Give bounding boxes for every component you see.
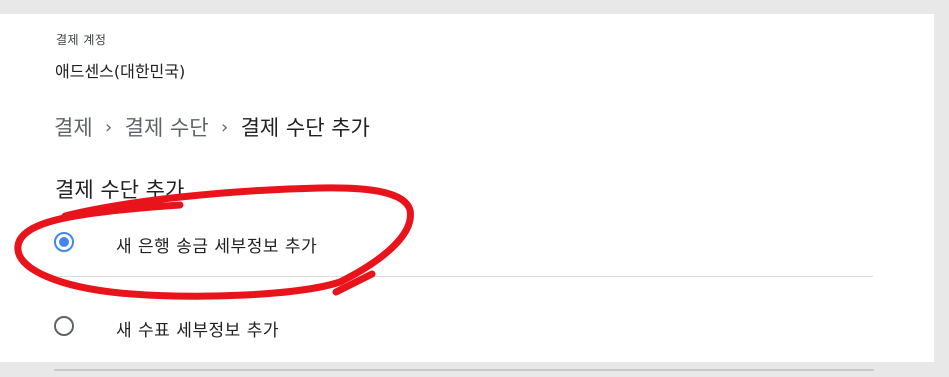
chevron-right-icon: › [105, 116, 113, 138]
payment-card: 결제 계정 애드센스(대한민국) 결제 › 결제 수단 › 결제 수단 추가 결… [0, 14, 934, 362]
billing-account-name: 애드센스(대한민국) [55, 62, 186, 81]
chevron-right-icon: › [221, 116, 229, 138]
option-divider [55, 276, 873, 277]
breadcrumb: 결제 › 결제 수단 › 결제 수단 추가 [54, 112, 370, 142]
radio-check[interactable] [54, 316, 74, 336]
breadcrumb-item-current: 결제 수단 추가 [240, 116, 370, 140]
breadcrumb-item-payment-methods[interactable]: 결제 수단 [125, 112, 209, 142]
bottom-divider [54, 369, 874, 371]
breadcrumb-item-payments[interactable]: 결제 [54, 112, 93, 142]
billing-account-label: 결제 계정 [56, 33, 107, 47]
page-title: 결제 수단 추가 [55, 178, 185, 202]
radio-bank-transfer[interactable] [54, 232, 74, 252]
option-label-check: 새 수표 세부정보 추가 [116, 321, 279, 341]
option-check[interactable]: 새 수표 세부정보 추가 [0, 300, 873, 360]
option-label-bank-transfer: 새 은행 송금 세부정보 추가 [116, 237, 318, 257]
option-bank-transfer[interactable]: 새 은행 송금 세부정보 추가 [0, 216, 873, 277]
